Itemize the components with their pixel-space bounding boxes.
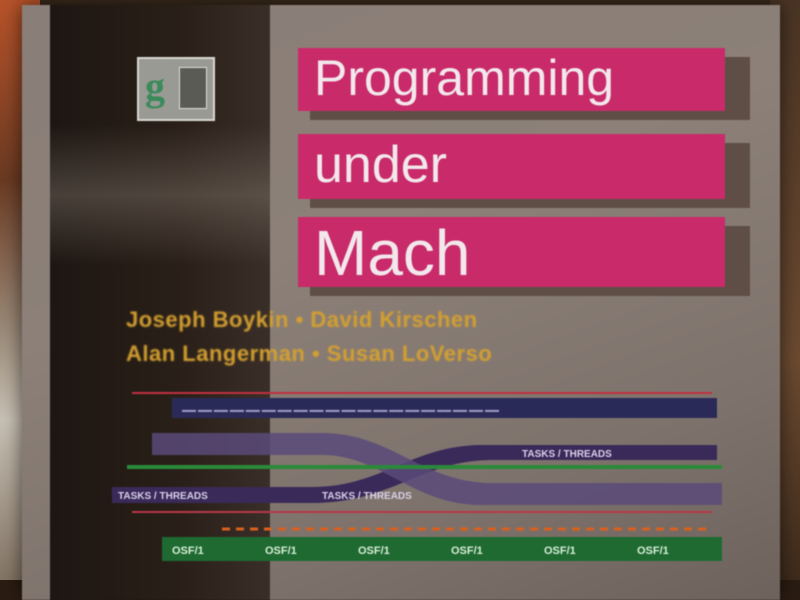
tasks-threads-label-left: TASKS / THREADS	[118, 491, 208, 502]
threads-diagram: ▬▬ ▬▬ ▬▬ ▬▬ ▬▬ ▬▬ ▬▬ ▬▬ ▬▬ ▬▬ ▬▬ ▬▬ ▬▬ ▬…	[112, 392, 722, 561]
diagram-band-top-labels: ▬▬ ▬▬ ▬▬ ▬▬ ▬▬ ▬▬ ▬▬ ▬▬ ▬▬ ▬▬ ▬▬ ▬▬ ▬▬ ▬…	[182, 407, 499, 414]
os-label: OSF/1	[358, 545, 390, 557]
os-label: OSF/1	[544, 545, 576, 557]
svg-text:▬▬ ▬▬ ▬▬ ▬▬ ▬▬ ▬▬ ▬▬ ▬▬ ▬▬ ▬▬: ▬▬ ▬▬ ▬▬ ▬▬ ▬▬ ▬▬ ▬▬ ▬▬ ▬▬ ▬▬ ▬▬ ▬▬ ▬▬ ▬…	[182, 407, 499, 414]
os-label: OSF/1	[172, 545, 204, 557]
book-cover: g Programming under Mach Joseph Boykin •…	[22, 5, 780, 600]
os-label: OSF/1	[637, 545, 669, 557]
tasks-threads-label-mid: TASKS / THREADS	[322, 491, 412, 502]
tasks-threads-label-right: TASKS / THREADS	[522, 449, 612, 460]
os-label: OSF/1	[451, 545, 483, 557]
os-label: OSF/1	[265, 545, 297, 557]
